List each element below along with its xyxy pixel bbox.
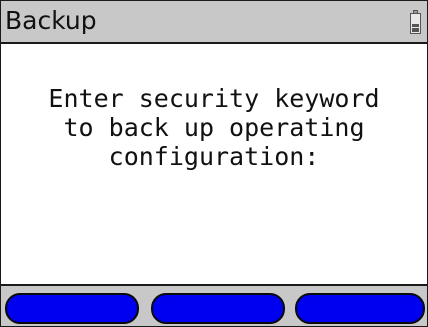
softkey-bar — [1, 284, 427, 326]
prompt-message: Enter security keyword to back up operati… — [1, 84, 427, 171]
prompt-line-3: configuration: — [108, 142, 320, 171]
softkey-middle[interactable] — [151, 293, 285, 324]
screen-title: Backup — [5, 6, 97, 35]
softkey-left[interactable] — [5, 293, 139, 324]
battery-icon — [410, 10, 421, 34]
prompt-line-1: Enter security keyword — [48, 84, 380, 113]
message-area: Enter security keyword to back up operati… — [1, 44, 427, 284]
device-screen: Backup Enter security keyword to back up … — [0, 0, 428, 327]
softkey-right[interactable] — [295, 293, 425, 324]
prompt-line-2: to back up operating — [63, 113, 365, 142]
title-bar: Backup — [1, 1, 427, 44]
